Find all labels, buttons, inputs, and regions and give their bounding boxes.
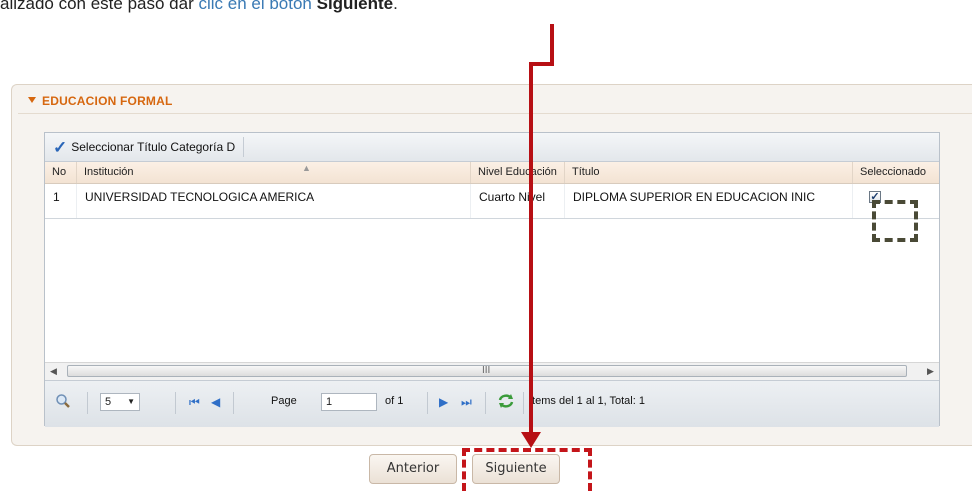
panel-title: EDUCACION FORMAL — [42, 94, 173, 108]
select-title-category-label: Seleccionar Título Categoría D — [71, 140, 236, 154]
scroll-left-icon[interactable]: ◀ — [45, 363, 62, 380]
grid-pager: 5 ▼ ⏮ ◀ Page 1 of 1 ▶ ⏭ Items del 1 al 1… — [45, 380, 939, 427]
select-title-category-button[interactable]: ✓ Seleccionar Título Categoría D — [53, 137, 245, 157]
instruction-suffix: . — [393, 0, 398, 13]
cell-titulo: DIPLOMA SUPERIOR EN EDUCACION INIC — [565, 184, 853, 218]
column-header-seleccionado[interactable]: Seleccionado — [853, 162, 941, 183]
anterior-button[interactable]: Anterior — [369, 454, 457, 484]
next-page-icon[interactable]: ▶ — [439, 395, 448, 409]
page-label: Page — [271, 395, 297, 407]
scroll-right-icon[interactable]: ▶ — [922, 363, 939, 380]
cell-institucion: UNIVERSIDAD TECNOLOGICA AMERICA — [77, 184, 471, 218]
panel-header[interactable]: EDUCACION FORMAL — [28, 94, 173, 108]
page-size-select[interactable]: 5 ▼ — [100, 393, 140, 411]
column-header-institucion-label: Institución — [84, 166, 134, 178]
instruction-bold: Siguiente — [316, 0, 394, 13]
cell-no: 1 — [45, 184, 77, 218]
annotation-line — [529, 62, 533, 436]
annotation-arrow-icon — [521, 432, 541, 448]
instruction-prefix: alizado con este paso dar — [0, 0, 199, 13]
pager-divider — [175, 392, 176, 414]
checkmark-icon: ✓ — [53, 137, 68, 157]
scrollbar-grip: III — [482, 365, 491, 376]
column-header-nivel[interactable]: Nivel Educación — [471, 162, 565, 183]
educacion-formal-panel: EDUCACION FORMAL ✓ Seleccionar Título Ca… — [11, 84, 972, 446]
panel-divider — [18, 113, 972, 114]
grid-header: No Institución ▲ Nivel Educación Título S… — [45, 162, 939, 184]
column-header-titulo[interactable]: Título — [565, 162, 853, 183]
column-header-no[interactable]: No — [45, 162, 77, 183]
table-row[interactable]: 1 UNIVERSIDAD TECNOLOGICA AMERICA Cuarto… — [45, 184, 939, 219]
pager-divider — [523, 392, 524, 414]
horizontal-scrollbar[interactable]: ◀ III ▶ — [45, 362, 939, 380]
chevron-down-icon: ▼ — [127, 397, 135, 406]
pager-divider — [427, 392, 428, 414]
annotation-highlight-checkbox — [872, 200, 918, 242]
grid-toolbar: ✓ Seleccionar Título Categoría D — [45, 133, 939, 162]
search-icon[interactable] — [55, 393, 71, 412]
scrollbar-thumb[interactable]: III — [67, 365, 907, 377]
page-size-value: 5 — [105, 396, 112, 408]
instruction-text: alizado con este paso dar clic en el bot… — [0, 0, 398, 18]
refresh-icon[interactable] — [497, 393, 515, 412]
annotation-highlight-siguiente — [462, 448, 592, 491]
first-page-icon[interactable]: ⏮ — [189, 395, 200, 410]
annotation-line — [550, 24, 554, 66]
prev-page-icon[interactable]: ◀ — [211, 395, 220, 409]
pager-divider — [485, 392, 486, 414]
sort-arrow-icon: ▲ — [302, 163, 311, 173]
page-number-input[interactable]: 1 — [321, 393, 377, 411]
instruction-link: clic en el botón — [198, 0, 312, 13]
pager-divider — [233, 392, 234, 414]
pager-divider — [87, 392, 88, 414]
page-of-label: of 1 — [385, 395, 404, 407]
last-page-icon[interactable]: ⏭ — [461, 395, 472, 410]
column-header-institucion[interactable]: Institución ▲ — [77, 162, 471, 183]
items-status: Items del 1 al 1, Total: 1 — [529, 395, 645, 407]
collapse-triangle-icon[interactable] — [28, 97, 36, 103]
cell-nivel: Cuarto Nivel — [471, 184, 565, 218]
education-grid: ✓ Seleccionar Título Categoría D No Inst… — [44, 132, 940, 427]
